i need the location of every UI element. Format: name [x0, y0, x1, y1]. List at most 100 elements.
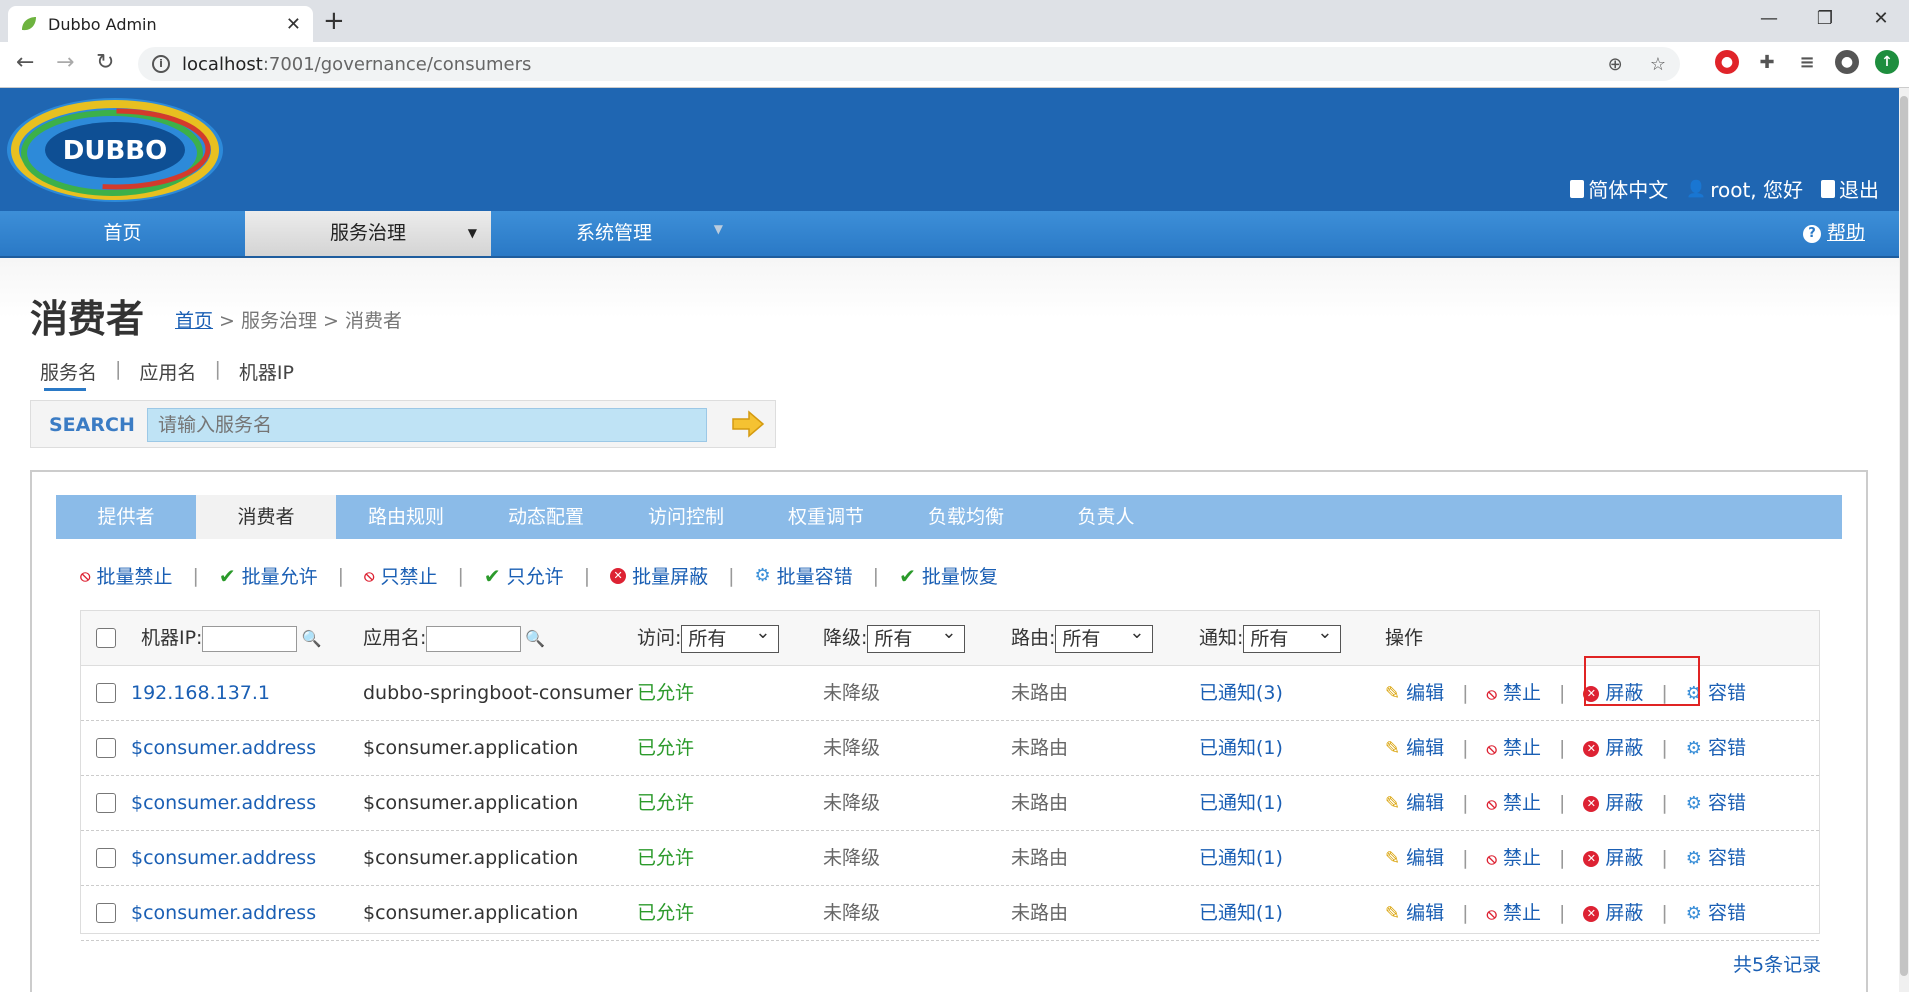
logout-label: 退出: [1839, 178, 1879, 202]
nav-governance[interactable]: 服务治理 ▼: [245, 211, 491, 256]
breadcrumb-home[interactable]: 首页: [175, 310, 213, 332]
close-tab-icon[interactable]: ✕: [286, 14, 301, 35]
nav-home[interactable]: 首页: [0, 211, 245, 256]
forbid-button[interactable]: ⦸ 禁止: [1487, 666, 1541, 721]
row-ip-link[interactable]: 192.168.137.1: [131, 666, 270, 721]
tolerance-button[interactable]: ⚙ 容错: [1686, 831, 1746, 886]
search-input[interactable]: [147, 408, 707, 442]
row-notify-link[interactable]: 已通知(1): [1199, 831, 1283, 886]
row-checkbox[interactable]: [96, 793, 116, 813]
only-forbid-button[interactable]: ⦸ 只禁止: [364, 562, 437, 589]
forbid-button[interactable]: ⦸ 禁止: [1487, 721, 1541, 776]
row-checkbox[interactable]: [96, 848, 116, 868]
forward-icon[interactable]: →: [56, 50, 74, 75]
arrow-right-icon[interactable]: [731, 409, 765, 439]
row-app: $consumer.application: [363, 902, 579, 924]
new-tab-button[interactable]: +: [323, 6, 345, 36]
forbid-button[interactable]: ⦸ 禁止: [1487, 776, 1541, 831]
batch-shield-button[interactable]: ✕ 批量屏蔽: [610, 562, 708, 589]
tab-access-control[interactable]: 访问控制: [616, 495, 756, 539]
url-field[interactable]: i localhost:7001/governance/consumers ⊕ …: [138, 47, 1680, 81]
minimize-icon[interactable]: —: [1741, 0, 1797, 40]
row-notify-link[interactable]: 已通知(1): [1199, 776, 1283, 831]
row-checkbox[interactable]: [96, 738, 116, 758]
row-ip-link[interactable]: $consumer.address: [131, 886, 316, 941]
site-info-icon[interactable]: i: [152, 55, 170, 73]
check-icon: ✔: [218, 563, 236, 588]
batch-allow-button[interactable]: ✔ 批量允许: [219, 562, 318, 589]
tolerance-button[interactable]: ⚙ 容错: [1686, 721, 1746, 776]
row-ip-link[interactable]: $consumer.address: [131, 776, 316, 831]
route-filter-select[interactable]: 所有: [1055, 620, 1154, 653]
tab-routes[interactable]: 路由规则: [336, 495, 476, 539]
table-header: 机器IP:🔍 应用名:🔍 访问:所有 降级:所有 路由:所有 通知:所有 操作: [81, 611, 1819, 666]
search-tab-ip[interactable]: 机器IP: [239, 358, 294, 385]
edit-button[interactable]: ✎ 编辑: [1385, 721, 1444, 776]
app-filter-input[interactable]: [426, 625, 522, 652]
reload-icon[interactable]: ↻: [96, 50, 114, 75]
search-tab-service[interactable]: 服务名: [40, 358, 97, 385]
edit-button[interactable]: ✎ 编辑: [1385, 831, 1444, 886]
edit-button[interactable]: ✎ 编辑: [1385, 886, 1444, 941]
batch-tolerance-button[interactable]: ⚙ 批量容错: [755, 562, 853, 589]
gear-icon: ⚙: [1685, 793, 1702, 814]
search-icon[interactable]: 🔍: [301, 611, 321, 666]
tab-consumers[interactable]: 消费者: [196, 495, 336, 539]
restore-icon[interactable]: ❐: [1797, 0, 1853, 40]
profile-avatar-icon[interactable]: ●: [1835, 50, 1859, 74]
edit-button[interactable]: ✎ 编辑: [1385, 666, 1444, 721]
adblock-icon[interactable]: ●: [1715, 50, 1739, 74]
tolerance-button[interactable]: ⚙ 容错: [1686, 776, 1746, 831]
tab-providers[interactable]: 提供者: [56, 495, 196, 539]
tab-dynamic-config[interactable]: 动态配置: [476, 495, 616, 539]
ip-filter-input[interactable]: [202, 625, 298, 652]
tab-owners[interactable]: 负责人: [1036, 495, 1176, 539]
extensions-puzzle-icon[interactable]: ✚: [1755, 50, 1779, 74]
forbid-button[interactable]: ⦸ 禁止: [1487, 886, 1541, 941]
batch-forbid-button[interactable]: ⦸ 批量禁止: [80, 562, 172, 589]
notify-filter-select[interactable]: 所有: [1243, 620, 1342, 653]
help-link[interactable]: ? 帮助: [1802, 211, 1865, 256]
row-ip-link[interactable]: $consumer.address: [131, 721, 316, 776]
forbid-button[interactable]: ⦸ 禁止: [1487, 831, 1541, 886]
nav-system[interactable]: 系统管理 ▼: [491, 211, 737, 256]
logout-icon: [1821, 179, 1835, 198]
row-ip-link[interactable]: $consumer.address: [131, 831, 316, 886]
shield-button[interactable]: ✕ 屏蔽: [1583, 721, 1643, 776]
header-ops: 操作: [1385, 627, 1424, 649]
search-icon[interactable]: 🔍: [525, 611, 545, 666]
row-notify-link[interactable]: 已通知(1): [1199, 886, 1283, 941]
select-all-checkbox[interactable]: [96, 628, 116, 648]
zoom-icon[interactable]: ⊕: [1608, 54, 1623, 75]
close-window-icon[interactable]: ✕: [1853, 0, 1909, 40]
update-icon[interactable]: ↑: [1875, 50, 1899, 74]
language-link[interactable]: 简体中文: [1570, 174, 1668, 203]
edit-button[interactable]: ✎ 编辑: [1385, 776, 1444, 831]
batch-recover-button[interactable]: ✔ 批量恢复: [899, 562, 998, 589]
shield-button[interactable]: ✕ 屏蔽: [1583, 886, 1643, 941]
logout-link[interactable]: 退出: [1821, 174, 1879, 203]
row-checkbox[interactable]: [96, 903, 116, 923]
access-filter-select[interactable]: 所有: [681, 620, 780, 653]
back-icon[interactable]: ←: [16, 50, 34, 75]
degrade-filter-select[interactable]: 所有: [867, 620, 966, 653]
search-tab-app[interactable]: 应用名: [139, 358, 196, 385]
browser-tab[interactable]: Dubbo Admin ✕: [8, 6, 313, 42]
tab-load-balance[interactable]: 负载均衡: [896, 495, 1036, 539]
only-allow-button[interactable]: ✔ 只允许: [484, 562, 564, 589]
row-notify-link[interactable]: 已通知(1): [1199, 721, 1283, 776]
breadcrumb: 首页 > 服务治理 > 消费者: [175, 306, 402, 333]
tolerance-button[interactable]: ⚙ 容错: [1686, 886, 1746, 941]
row-app: $consumer.application: [363, 737, 579, 759]
tab-weights[interactable]: 权重调节: [756, 495, 896, 539]
bookmark-star-icon[interactable]: ☆: [1650, 54, 1666, 75]
row-notify-link[interactable]: 已通知(3): [1199, 666, 1283, 721]
scrollbar-thumb[interactable]: [1900, 96, 1908, 976]
row-app: $consumer.application: [363, 792, 579, 814]
row-checkbox[interactable]: [96, 683, 116, 703]
shield-button[interactable]: ✕ 屏蔽: [1583, 776, 1643, 831]
user-greeting[interactable]: 👤 root, 您好: [1686, 174, 1803, 203]
reading-list-icon[interactable]: ≡: [1795, 50, 1819, 74]
shield-button[interactable]: ✕ 屏蔽: [1583, 831, 1643, 886]
row-route-status: 未路由: [1011, 682, 1069, 704]
